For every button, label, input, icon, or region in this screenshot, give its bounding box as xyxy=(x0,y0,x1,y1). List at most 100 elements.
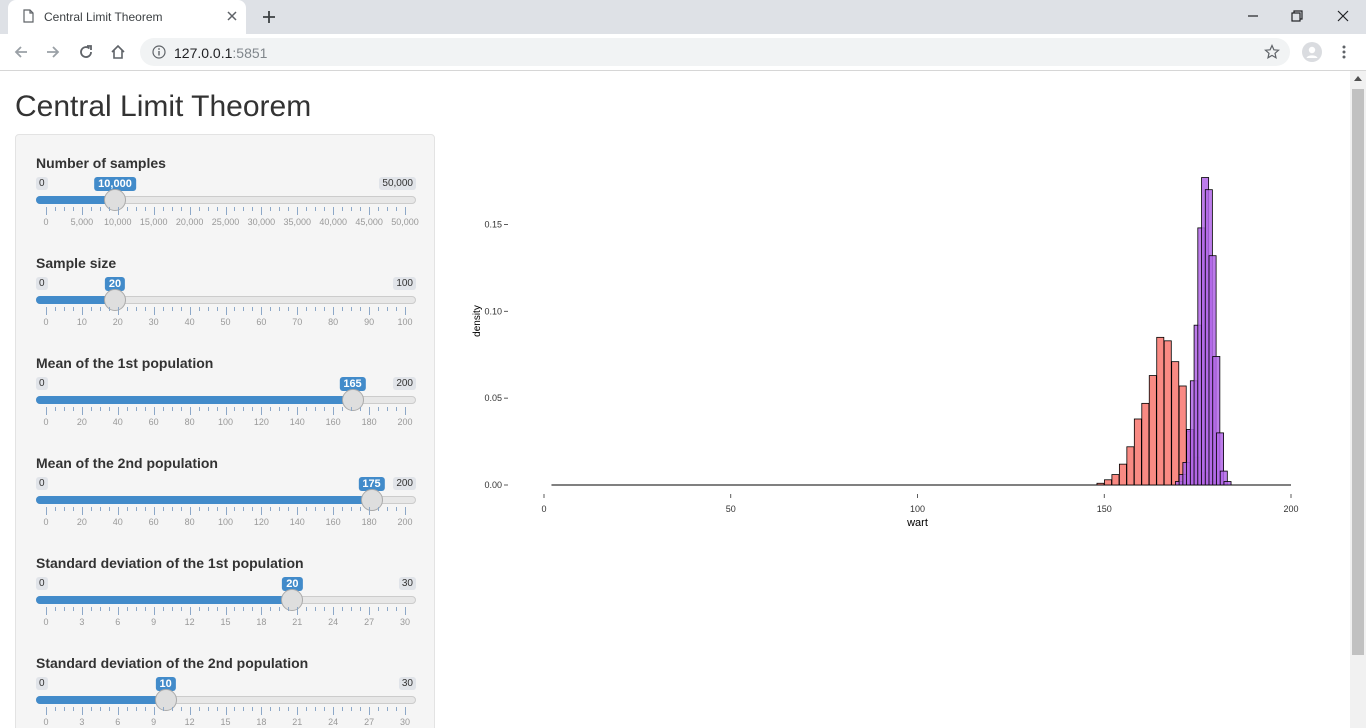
new-tab-icon[interactable] xyxy=(260,8,278,26)
slider-tick xyxy=(126,507,128,511)
info-icon[interactable] xyxy=(152,45,166,59)
slider-tick-label: 40 xyxy=(184,317,195,327)
histogram-plot: 0.00 0.05 0.10 0.15 0 50 100 150 200 wart density xyxy=(472,177,1299,529)
slider-1[interactable]: Number of samples 0 50,000 10,000 0 5,000 10,0… xyxy=(36,155,419,255)
slider-tick-label: 0 xyxy=(43,617,49,627)
back-icon[interactable] xyxy=(12,43,30,61)
slider-tick xyxy=(378,307,380,311)
slider-tick xyxy=(180,207,182,211)
x-tick-label: 0 xyxy=(541,504,546,514)
slider-grid: 0 20 40 60 80 100 120 140 160 180 200 xyxy=(36,407,416,427)
slider-tick xyxy=(117,607,119,615)
slider-tick xyxy=(153,307,155,315)
slider-tick-label: 15 xyxy=(220,617,231,627)
slider-tick xyxy=(369,507,371,515)
menu-dots-icon[interactable] xyxy=(1336,44,1352,60)
slider-tick xyxy=(216,607,218,611)
histogram-bar xyxy=(1104,479,1112,486)
close-tab-icon[interactable] xyxy=(225,9,239,23)
slider-tick xyxy=(198,607,200,611)
home-icon[interactable] xyxy=(109,43,127,61)
slider-tick-label: 180 xyxy=(361,517,377,527)
slider-label: Number of samples xyxy=(36,155,166,171)
slider-tick-label: 140 xyxy=(289,417,305,427)
scroll-up-arrow-icon[interactable] xyxy=(1354,76,1362,81)
slider-5[interactable]: Standard deviation of the 1st population… xyxy=(36,555,416,655)
slider-tick xyxy=(207,607,209,611)
slider-tick xyxy=(54,307,56,311)
y-tick-label: 0.10 xyxy=(484,306,502,316)
slider-tick xyxy=(252,607,254,611)
x-axis-title: wart xyxy=(906,517,928,529)
slider-tick-label: 18 xyxy=(256,717,267,727)
slider-tick-label: 70 xyxy=(292,317,303,327)
slider-tick xyxy=(54,507,56,511)
close-window-icon[interactable] xyxy=(1334,7,1352,25)
slider-tick xyxy=(315,407,317,411)
slider-tick-label: 10 xyxy=(76,317,87,327)
browser-tab[interactable]: Central Limit Theorem xyxy=(8,0,246,34)
slider-tick-label: 9 xyxy=(151,617,157,627)
slider-tick xyxy=(153,707,155,715)
vertical-scrollbar[interactable] xyxy=(1350,71,1366,728)
reload-icon[interactable] xyxy=(77,43,95,61)
forward-icon[interactable] xyxy=(44,43,62,61)
slider-min-label: 0 xyxy=(36,677,48,690)
slider-tick xyxy=(333,307,335,315)
slider-tick xyxy=(171,607,173,611)
slider-tick xyxy=(162,707,164,711)
slider-tick-label: 50,000 xyxy=(391,217,419,227)
slider-4[interactable]: Mean of the 2nd population 0 200 175 0 20 40 60… xyxy=(36,455,416,555)
slider-tick xyxy=(396,207,398,211)
slider-tick-label: 50 xyxy=(220,317,231,327)
slider-tick xyxy=(63,307,65,311)
slider-tick-label: 18 xyxy=(256,617,267,627)
slider-tick-label: 40 xyxy=(112,417,123,427)
slider-min-label: 0 xyxy=(36,477,48,490)
restore-icon[interactable] xyxy=(1288,7,1306,25)
slider-tick xyxy=(378,507,380,511)
profile-avatar-icon[interactable] xyxy=(1302,42,1322,62)
slider-tick xyxy=(369,607,371,615)
slider-tick xyxy=(216,207,218,211)
slider-tick xyxy=(297,607,299,615)
y-tick-label: 0.15 xyxy=(484,219,502,229)
slider-tick xyxy=(369,407,371,415)
slider-min-label: 0 xyxy=(36,277,48,290)
address-bar[interactable]: 127.0.0.1:5851 xyxy=(140,38,1290,66)
slider-tick xyxy=(405,307,406,315)
slider-tick xyxy=(180,707,182,711)
slider-2[interactable]: Sample size 0 100 20 0 10 20 30 40 50 60 70 80 90 100 xyxy=(36,255,416,355)
slider-min-label: 0 xyxy=(36,577,48,590)
slider-tick xyxy=(297,707,299,715)
slider-tick xyxy=(171,507,173,511)
slider-tick xyxy=(198,407,200,411)
scrollbar-thumb[interactable] xyxy=(1352,89,1364,655)
bookmark-star-icon[interactable] xyxy=(1264,44,1280,60)
slider-tick-label: 30 xyxy=(148,317,159,327)
slider-tick xyxy=(261,407,263,415)
slider-tick xyxy=(81,407,83,415)
slider-grid: 0 10 20 30 40 50 60 70 80 90 100 xyxy=(36,307,416,327)
slider-tick xyxy=(405,707,406,715)
slider-6[interactable]: Standard deviation of the 2nd population… xyxy=(36,655,416,728)
slider-tick xyxy=(153,407,155,415)
slider-tick xyxy=(207,307,209,311)
slider-tick xyxy=(378,407,380,411)
slider-tick xyxy=(126,407,128,411)
slider-tick xyxy=(72,407,74,411)
slider-3[interactable]: Mean of the 1st population 0 200 165 0 20 40 60… xyxy=(36,355,416,455)
histogram-bar xyxy=(1141,402,1150,486)
slider-tick xyxy=(270,707,272,711)
slider-tick xyxy=(46,607,47,615)
slider-tick xyxy=(342,607,344,611)
slider-tick xyxy=(351,307,353,311)
slider-tick-label: 140 xyxy=(289,517,305,527)
slider-tick xyxy=(54,207,56,211)
slider-tick xyxy=(234,507,236,511)
slider-tick xyxy=(405,207,406,215)
url-port: :5851 xyxy=(232,45,268,61)
slider-tick-label: 27 xyxy=(364,617,375,627)
slider-tick xyxy=(387,407,389,411)
minimize-icon[interactable] xyxy=(1244,7,1262,25)
